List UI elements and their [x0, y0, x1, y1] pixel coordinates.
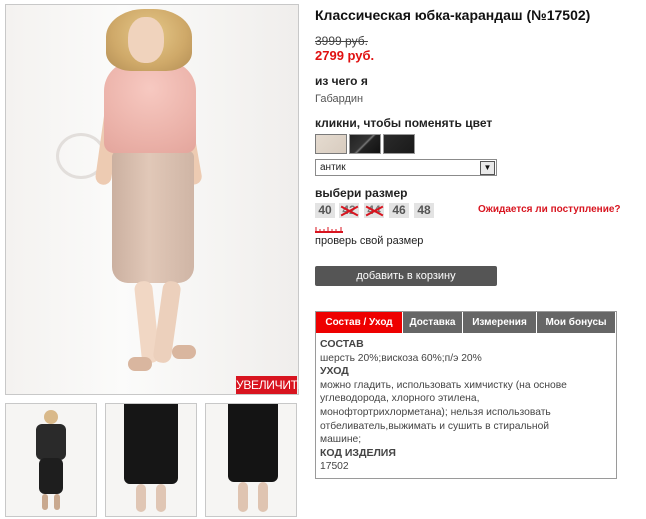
size-42[interactable]: 42	[339, 203, 359, 218]
thumbnail-jacket-outfit[interactable]	[5, 403, 97, 517]
add-to-cart-button[interactable]: добавить в корзину	[315, 266, 497, 286]
size-48[interactable]: 48	[414, 203, 434, 218]
chevron-down-icon[interactable]: ▼	[480, 161, 495, 175]
black-swatch[interactable]	[383, 134, 415, 154]
care-line: можно гладить, использовать химчистку (н…	[320, 379, 567, 391]
size-check-link[interactable]: проверь свой размер	[315, 235, 423, 247]
beige-swatch[interactable]	[315, 134, 347, 154]
zoom-button[interactable]: УВЕЛИЧИТЬ	[236, 376, 306, 394]
model-shoe-right	[172, 345, 196, 359]
code-heading: КОД ИЗДЕЛИЯ	[320, 446, 396, 459]
tab-measurements[interactable]: Измерения	[463, 312, 536, 333]
model-face	[128, 17, 164, 63]
product-title: Классическая юбка-карандаш (№17502)	[315, 7, 591, 23]
color-label: кликни, чтобы поменять цвет	[315, 116, 493, 130]
material-label: из чего я	[315, 74, 368, 88]
tab-my-bonuses[interactable]: Мои бонусы	[537, 312, 615, 333]
care-line: машине;	[320, 434, 362, 446]
tab-delivery[interactable]: Доставка	[403, 312, 462, 333]
care-line: углеводорода, хлорного этилена,	[320, 393, 480, 405]
model-blouse	[104, 61, 196, 153]
color-select[interactable]: антик ▼	[315, 159, 497, 176]
model-skirt	[112, 151, 194, 283]
tab-content: СОСТАВ шерсть 20%;вискоза 60%;п/э 20% УХ…	[320, 338, 610, 474]
main-product-photo[interactable]	[5, 4, 299, 395]
model-shoe-left	[128, 357, 152, 371]
black-pinstripe-swatch[interactable]	[349, 134, 381, 154]
product-code: 17502	[320, 461, 349, 473]
awaiting-stock-link[interactable]: Ожидается ли поступление?	[478, 204, 621, 215]
thumbnail-black-skirt-front[interactable]	[105, 403, 197, 517]
size-44[interactable]: 44	[364, 203, 384, 218]
tab-composition-care[interactable]: Состав / Уход	[316, 312, 402, 333]
care-line: монофтортрихлорметана); нельзя использов…	[320, 406, 551, 418]
sale-price: 2799 руб.	[315, 48, 375, 63]
care-heading: УХОД	[320, 365, 349, 378]
size-40[interactable]: 40	[315, 203, 335, 218]
composition-text: шерсть 20%;вискоза 60%;п/э 20%	[320, 352, 482, 364]
thumbnail-black-skirt-back[interactable]	[205, 403, 297, 517]
material-value: Габардин	[315, 93, 364, 105]
care-line: отбеливатель,выжимать и сушить в стираль…	[320, 420, 550, 432]
ruler-icon	[315, 227, 343, 233]
size-label: выбери размер	[315, 186, 408, 200]
composition-heading: СОСТАВ	[320, 338, 364, 350]
size-46[interactable]: 46	[389, 203, 409, 218]
color-select-value: антик	[320, 162, 346, 173]
old-price: 3999 руб.	[315, 34, 368, 48]
